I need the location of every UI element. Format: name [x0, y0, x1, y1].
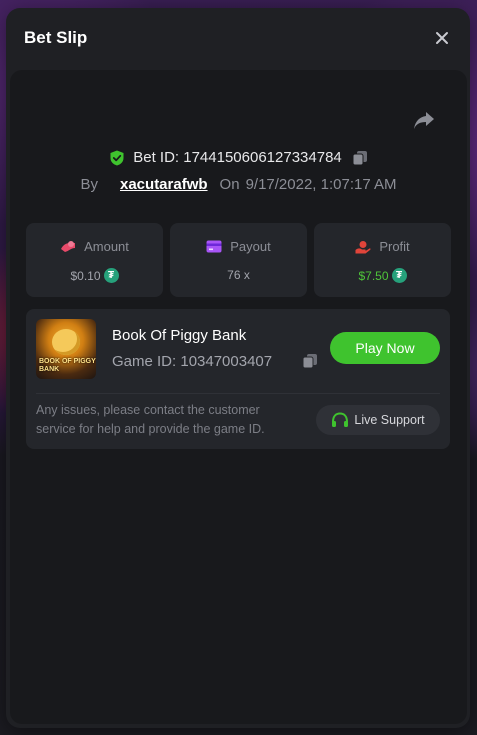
piggy-icon — [52, 329, 80, 355]
divider — [36, 393, 440, 394]
close-icon[interactable] — [434, 30, 450, 46]
thumbnail-logo-text: BOOK OF PIGGY BANK — [39, 358, 96, 373]
payout-label: Payout — [230, 239, 271, 254]
amount-value: $0.10 — [70, 268, 101, 283]
game-thumbnail[interactable]: BOOK OF PIGGY BANK — [36, 319, 96, 379]
headset-icon — [332, 412, 349, 427]
copy-icon[interactable] — [352, 150, 368, 166]
modal-header: Bet Slip — [6, 8, 470, 68]
shield-check-icon — [110, 150, 124, 165]
payout-value: 76 x — [227, 268, 250, 282]
play-now-button[interactable]: Play Now — [330, 332, 440, 364]
profit-value: $7.50 — [358, 268, 389, 283]
bet-id: Bet ID: 1744150606127334784 — [133, 149, 342, 166]
tether-icon: ₮ — [103, 268, 119, 283]
modal-title: Bet Slip — [24, 28, 88, 47]
bet-meta-row: By xacutarafwb On 9/17/2022, 1:07:17 AM — [10, 176, 467, 193]
bet-stats: Amount $0.10 ₮ Payout 76 x Profit $7.50 … — [26, 223, 451, 297]
on-label: On — [219, 176, 240, 193]
profit-label: Profit — [379, 239, 410, 254]
amount-stat: Amount $0.10 ₮ — [26, 223, 163, 297]
game-id: Game ID: 10347003407 — [112, 353, 273, 370]
tether-icon: ₮ — [391, 268, 407, 283]
live-support-button[interactable]: Live Support — [316, 405, 440, 435]
share-icon[interactable] — [413, 110, 435, 130]
copy-icon[interactable] — [302, 353, 318, 369]
hand-coin-icon — [355, 240, 371, 253]
amount-label: Amount — [84, 239, 129, 254]
profit-stat: Profit $7.50 ₮ — [314, 223, 451, 297]
amount-icon — [61, 240, 76, 252]
bet-id-row: Bet ID: 1744150606127334784 — [10, 149, 467, 166]
help-text: Any issues, please contact the customer … — [36, 403, 265, 436]
payout-stat: Payout 76 x — [170, 223, 307, 297]
bet-slip-modal: Bet Slip Bet ID: 1744150606127334784 By … — [6, 8, 470, 728]
username-link[interactable]: xacutarafwb — [120, 176, 208, 193]
bet-details-panel: Bet ID: 1744150606127334784 By xacutaraf… — [10, 70, 467, 724]
by-label: By — [80, 176, 98, 193]
live-support-label: Live Support — [354, 413, 425, 427]
card-icon — [206, 240, 222, 253]
game-card: BOOK OF PIGGY BANK Book Of Piggy Bank Ga… — [26, 309, 450, 449]
game-name: Book Of Piggy Bank — [112, 327, 247, 344]
bet-datetime: 9/17/2022, 1:07:17 AM — [245, 176, 397, 193]
